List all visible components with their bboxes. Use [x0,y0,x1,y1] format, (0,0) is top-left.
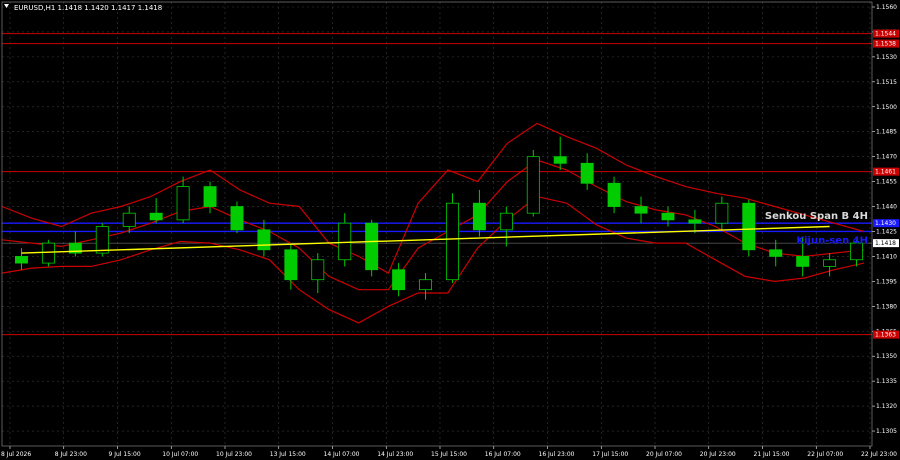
candle-body [715,202,729,224]
level-price-label: 1.1538 [875,41,896,48]
level-price-label: 1.1544 [875,31,896,38]
x-tick-label: 14 Jul 23:00 [377,451,413,458]
x-tick-label: 13 Jul 15:00 [270,451,306,458]
candle-body [553,156,567,164]
level-price-label: 1.1461 [875,169,896,176]
x-tick-label: 20 Jul 07:00 [646,451,682,458]
candle-body [446,202,459,281]
x-tick-label: 14 Jul 07:00 [324,451,360,458]
x-tick-label: 10 Jul 07:00 [162,451,198,458]
y-tick-label: 1.1425 [876,228,897,235]
current-price-label: 1.1418 [875,240,896,247]
candle-body [419,279,432,291]
y-tick-label: 1.1380 [876,303,897,310]
candle-body [823,259,837,267]
x-tick-label: 21 Jul 15:00 [754,451,790,458]
level-price-label: 1.1430 [875,220,896,227]
y-tick-label: 1.1320 [876,403,897,410]
candle-body [95,226,109,254]
y-tick-label: 1.1455 [876,179,897,186]
chart-title: EURUSD,H1 1.1418 1.1420 1.1417 1.1418 [14,4,162,12]
y-tick-label: 1.1485 [876,129,897,136]
candle-body [257,229,271,251]
x-tick-label: 15 Jul 15:00 [431,451,467,458]
candle-body [15,256,28,264]
candle-body [311,259,325,281]
candle-body [472,202,486,231]
candle-body [580,162,594,184]
candle-body [688,219,702,224]
y-tick-label: 1.1560 [876,4,897,11]
x-tick-label: 10 Jul 23:00 [216,451,252,458]
y-tick-label: 1.1440 [876,204,897,211]
x-tick-label: 22 Jul 23:00 [861,451,897,458]
x-tick-label: 9 Jul 15:00 [109,451,141,458]
candle-body [230,206,244,231]
candle-body [769,249,783,257]
candle-body [365,222,379,271]
y-tick-label: 1.1395 [876,278,897,285]
candle-body [607,182,621,207]
candle-body [661,212,675,221]
y-tick-label: 1.1305 [876,428,897,435]
candle-body [392,269,406,291]
x-tick-label: 8 Jul 2026 [1,451,31,458]
y-tick-label: 1.1470 [876,154,897,161]
candle-body [284,249,298,281]
x-tick-label: 8 Jul 23:00 [55,451,87,458]
y-tick-label: 1.1335 [876,378,897,385]
candle-body [742,202,756,251]
candle-body [203,186,217,207]
x-tick-label: 20 Jul 23:00 [700,451,736,458]
candle-body [634,206,648,214]
y-tick-label: 1.1500 [876,104,897,111]
candle-body [122,212,136,227]
candle-body [41,242,55,264]
y-tick-label: 1.1350 [876,353,897,360]
y-tick-label: 1.1410 [876,253,897,260]
candle-body [499,212,513,231]
candle-body [796,256,810,267]
candle-body [338,222,352,261]
y-tick-label: 1.1530 [876,54,897,61]
level-name-label: Kijun-sen 4H [796,235,868,246]
candle-body [176,186,190,221]
level-name-label: Senkou Span B 4H [765,211,868,222]
x-tick-label: 16 Jul 07:00 [485,451,521,458]
candle-body [149,212,163,221]
x-tick-label: 22 Jul 07:00 [807,451,843,458]
candle-body [526,156,540,214]
x-tick-label: 17 Jul 15:00 [592,451,628,458]
level-price-label: 1.1363 [875,332,896,339]
x-tick-label: 16 Jul 23:00 [539,451,575,458]
price-chart[interactable]: 1.15601.15451.15301.15151.15001.14851.14… [0,0,900,460]
y-tick-label: 1.1515 [876,79,897,86]
